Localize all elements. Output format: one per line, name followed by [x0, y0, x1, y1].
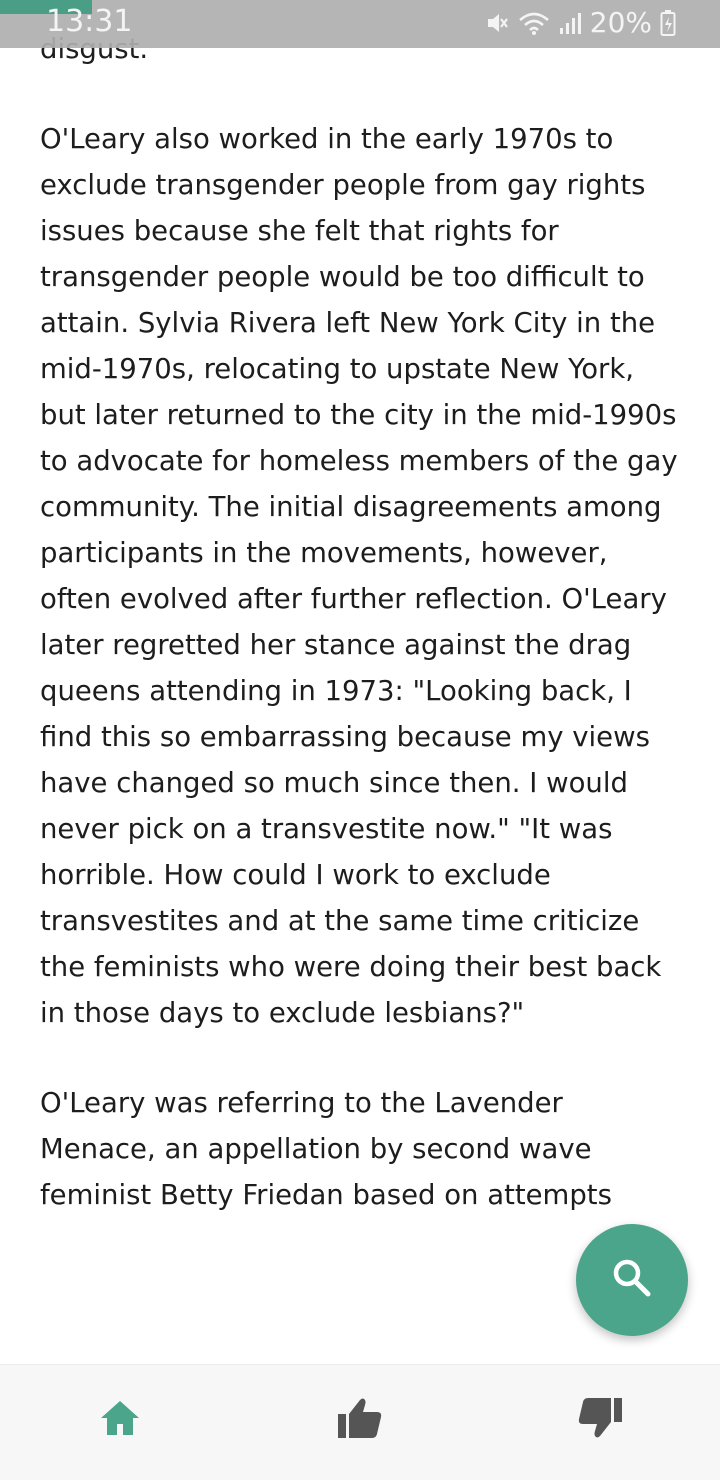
nav-dislike[interactable]: [480, 1365, 720, 1480]
signal-icon: [558, 10, 582, 36]
nav-like[interactable]: [240, 1365, 480, 1480]
nav-home[interactable]: [0, 1365, 240, 1480]
battery-percent: 20%: [589, 6, 652, 39]
screen: disgust. O'Leary also worked in the earl…: [0, 0, 720, 1480]
battery-charging-icon: [660, 9, 676, 37]
article-paragraph: O'Leary was referring to the Lavender Me…: [40, 1087, 612, 1211]
bottom-navigation: [0, 1364, 720, 1480]
thumbs-down-icon: [576, 1396, 624, 1444]
article-paragraph: O'Leary also worked in the early 1970s t…: [40, 123, 678, 1029]
home-icon: [98, 1398, 142, 1442]
article-body: disgust. O'Leary also worked in the earl…: [40, 26, 680, 1262]
search-icon: [610, 1256, 654, 1304]
wifi-icon: [518, 10, 550, 36]
status-time: 13:31: [46, 4, 133, 39]
mute-icon: [484, 10, 510, 36]
thumbs-up-icon: [336, 1396, 384, 1444]
search-button[interactable]: [576, 1224, 688, 1336]
status-icons: 20%: [484, 6, 676, 39]
